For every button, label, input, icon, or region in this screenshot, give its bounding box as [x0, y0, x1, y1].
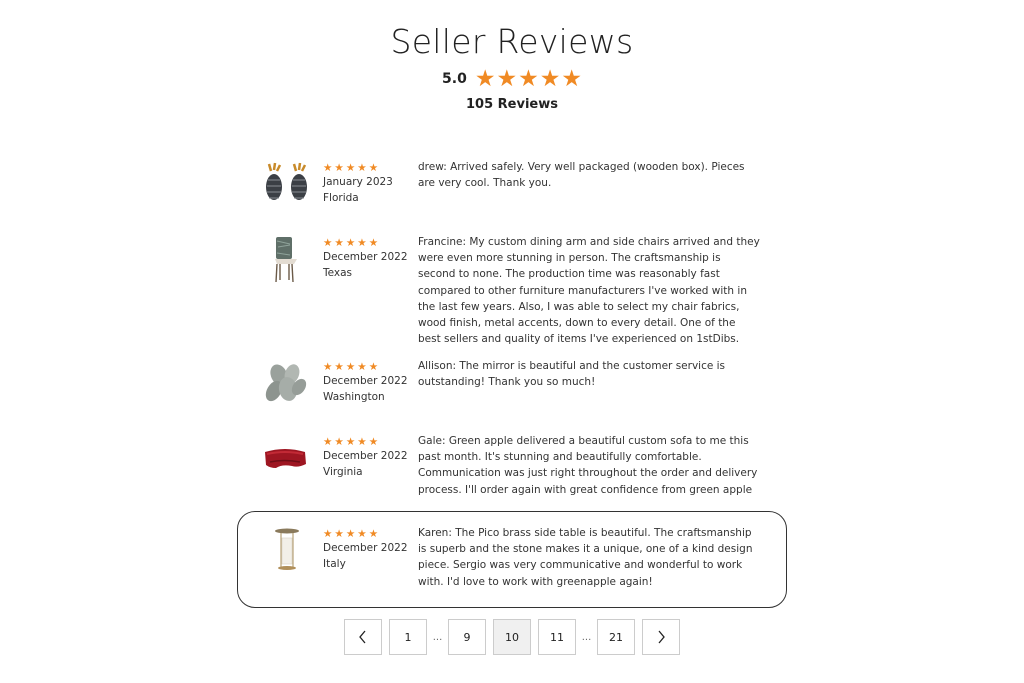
star-icon: ★	[345, 236, 356, 249]
review-item: ★ ★ ★ ★ ★ December 2022 Italy Karen: The Pic…	[262, 527, 762, 590]
star-icon: ★	[518, 65, 539, 91]
overall-stars: ★ ★ ★ ★ ★	[475, 67, 582, 90]
pagination-ellipsis: ...	[432, 631, 443, 643]
red-sofa-icon[interactable]	[262, 436, 312, 482]
review-item: ★ ★ ★ ★ ★ December 2022 Virginia Gale: Green…	[262, 435, 762, 498]
star-icon: ★	[334, 435, 344, 448]
review-meta: ★ ★ ★ ★ ★ January 2023 Florida	[323, 162, 417, 208]
star-icon: ★	[334, 161, 344, 174]
chevron-right-icon	[658, 630, 665, 644]
page-button-11[interactable]: 11	[538, 619, 576, 655]
star-icon: ★	[368, 360, 379, 373]
review-meta: ★ ★ ★ ★ ★ December 2022 Italy	[323, 528, 417, 590]
star-icon: ★	[345, 161, 356, 174]
dining-chair-icon[interactable]	[262, 237, 312, 283]
page-title: Seller Reviews	[390, 22, 634, 61]
review-location: Texas	[323, 267, 353, 279]
reviews-header: Seller Reviews 5.0 ★ ★ ★ ★ ★ 105 Reviews	[0, 22, 1024, 112]
page-button-1[interactable]: 1	[389, 619, 427, 655]
review-text: drew: Arrived safely. Very well packaged…	[418, 161, 745, 190]
star-icon: ★	[357, 435, 367, 448]
review-location: Virginia	[323, 466, 363, 478]
star-icon: ★	[323, 360, 333, 373]
review-location: Washington	[323, 391, 385, 403]
page-button-21[interactable]: 21	[597, 619, 635, 655]
review-date: December 2022	[323, 542, 408, 554]
star-icon: ★	[561, 65, 582, 91]
star-icon: ★	[357, 360, 367, 373]
star-icon: ★	[334, 360, 344, 373]
review-stars: ★ ★ ★ ★ ★	[323, 528, 417, 540]
star-icon: ★	[323, 435, 333, 448]
review-location: Italy	[323, 558, 346, 570]
review-date: December 2022	[323, 450, 408, 462]
pineapple-vases-icon[interactable]	[262, 162, 312, 208]
review-stars: ★ ★ ★ ★ ★	[323, 237, 417, 249]
star-icon: ★	[496, 65, 518, 91]
review-text: Karen: The Pico brass side table is beau…	[418, 527, 753, 588]
review-stars: ★ ★ ★ ★ ★	[323, 162, 417, 174]
rating-value: 5.0	[442, 70, 467, 87]
review-date: December 2022	[323, 251, 408, 263]
star-icon: ★	[368, 161, 379, 174]
star-icon: ★	[474, 65, 496, 91]
star-icon: ★	[357, 527, 367, 540]
review-text: Allison: The mirror is beautiful and the…	[418, 360, 726, 389]
page-button-10-current[interactable]: 10	[493, 619, 531, 655]
star-icon: ★	[323, 236, 333, 249]
pagination-ellipsis: ...	[581, 631, 592, 643]
star-icon: ★	[357, 236, 367, 249]
page-button-9[interactable]: 9	[448, 619, 486, 655]
star-icon: ★	[334, 236, 344, 249]
review-meta: ★ ★ ★ ★ ★ December 2022 Virginia	[323, 436, 417, 498]
star-icon: ★	[368, 236, 379, 249]
review-meta: ★ ★ ★ ★ ★ December 2022 Washington	[323, 361, 417, 407]
star-icon: ★	[323, 527, 333, 540]
star-icon: ★	[357, 161, 367, 174]
review-stars: ★ ★ ★ ★ ★	[323, 436, 417, 448]
star-icon: ★	[345, 360, 356, 373]
side-table-icon[interactable]	[262, 528, 312, 574]
overall-rating: 5.0 ★ ★ ★ ★ ★	[0, 67, 1024, 90]
review-meta: ★ ★ ★ ★ ★ December 2022 Texas	[323, 237, 417, 347]
review-text: Francine: My custom dining arm and side …	[418, 236, 760, 346]
review-item: ★ ★ ★ ★ ★ December 2022 Washington Allison: …	[262, 360, 762, 407]
next-page-button[interactable]	[642, 619, 680, 655]
star-icon: ★	[368, 527, 379, 540]
review-location: Florida	[323, 192, 359, 204]
star-icon: ★	[345, 527, 356, 540]
review-text: Gale: Green apple delivered a beautiful …	[418, 435, 758, 496]
review-stars: ★ ★ ★ ★ ★	[323, 361, 417, 373]
star-icon: ★	[368, 435, 379, 448]
chevron-left-icon	[359, 630, 366, 644]
review-date: December 2022	[323, 375, 408, 387]
star-icon: ★	[323, 161, 333, 174]
star-icon: ★	[345, 435, 356, 448]
review-item: ★ ★ ★ ★ ★ January 2023 Florida drew: Arrived…	[262, 161, 762, 208]
star-icon: ★	[539, 65, 561, 91]
star-icon: ★	[334, 527, 344, 540]
leaf-mirror-icon[interactable]	[262, 361, 312, 407]
pagination: 1 ... 9 10 11 ... 21	[344, 619, 680, 655]
review-item: ★ ★ ★ ★ ★ December 2022 Texas Francine: My c…	[262, 236, 762, 347]
review-date: January 2023	[323, 176, 393, 188]
prev-page-button[interactable]	[344, 619, 382, 655]
review-count: 105 Reviews	[466, 97, 558, 112]
